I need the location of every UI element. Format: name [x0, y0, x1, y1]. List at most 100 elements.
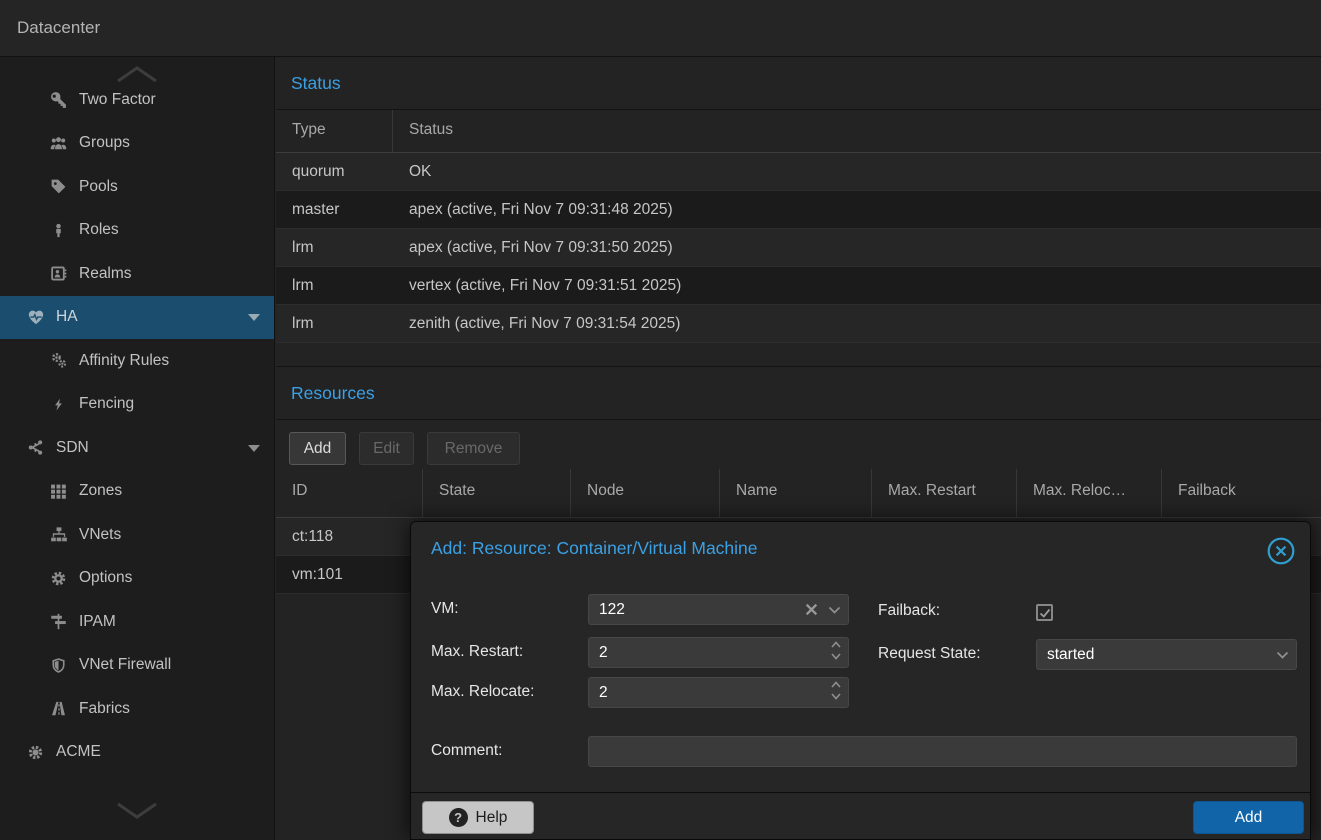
sidebar-item-ipam[interactable]: IPAM: [0, 600, 274, 644]
column-header-max-restart[interactable]: Max. Restart: [872, 469, 1017, 517]
table-row[interactable]: lrm apex (active, Fri Nov 7 09:31:50 202…: [276, 229, 1321, 267]
question-icon: ?: [449, 808, 468, 827]
comment-input[interactable]: [589, 737, 1296, 766]
sidebar-item-label: Realms: [79, 265, 132, 283]
remove-button[interactable]: Remove: [427, 432, 520, 465]
chevron-down-icon[interactable]: [248, 445, 260, 452]
max-restart-input[interactable]: [589, 638, 848, 667]
column-header-state[interactable]: State: [423, 469, 571, 517]
sidebar-item-label: Fabrics: [79, 700, 130, 718]
id-card-icon: [49, 265, 68, 282]
request-state-label: Request State:: [878, 645, 981, 663]
column-header-name[interactable]: Name: [720, 469, 872, 517]
edit-button[interactable]: Edit: [359, 432, 414, 465]
max-restart-label: Max. Restart:: [431, 643, 523, 661]
sidebar-item-fabrics[interactable]: Fabrics: [0, 687, 274, 731]
failback-label: Failback:: [878, 602, 940, 620]
gear-icon: [49, 570, 68, 587]
sidebar-item-label: Fencing: [79, 395, 134, 413]
sidebar-item-zones[interactable]: Zones: [0, 470, 274, 514]
column-header-id[interactable]: ID: [276, 469, 423, 517]
bolt-icon: [49, 396, 68, 413]
spinner-icon[interactable]: [830, 640, 842, 661]
top-bar: Datacenter: [0, 0, 1321, 57]
gears-icon: [49, 352, 68, 369]
sidebar-item-pools[interactable]: Pools: [0, 165, 274, 209]
sidebar-item-sdn[interactable]: SDN: [0, 426, 274, 470]
sidebar-item-acme[interactable]: ACME: [0, 731, 274, 775]
status-value-cell: OK: [393, 163, 1321, 181]
column-header-max-relocate[interactable]: Max. Reloc…: [1017, 469, 1162, 517]
column-header-status[interactable]: Status: [393, 110, 1321, 152]
sidebar-item-realms[interactable]: Realms: [0, 252, 274, 296]
status-value-cell: apex (active, Fri Nov 7 09:31:50 2025): [393, 239, 1321, 257]
scroll-down-icon[interactable]: [114, 800, 160, 822]
status-table-header: Type Status: [276, 110, 1321, 153]
sidebar-item-label: Affinity Rules: [79, 352, 169, 370]
sidebar-item-fencing[interactable]: Fencing: [0, 383, 274, 427]
sidebar-item-vnets[interactable]: VNets: [0, 513, 274, 557]
sidebar-item-roles[interactable]: Roles: [0, 209, 274, 253]
sidebar-nav: Two Factor Groups Pools Roles Realms: [0, 78, 274, 786]
sidebar-item-options[interactable]: Options: [0, 557, 274, 601]
comment-label: Comment:: [431, 742, 503, 760]
resource-id-cell: vm:101: [276, 566, 423, 584]
sidebar-item-label: IPAM: [79, 613, 116, 631]
max-relocate-input[interactable]: [589, 678, 848, 707]
max-relocate-label: Max. Relocate:: [431, 683, 534, 701]
table-row[interactable]: master apex (active, Fri Nov 7 09:31:48 …: [276, 191, 1321, 229]
help-button-label: Help: [476, 809, 508, 827]
resource-id-cell: ct:118: [276, 528, 423, 546]
person-icon: [49, 222, 68, 239]
table-row[interactable]: lrm vertex (active, Fri Nov 7 09:31:51 2…: [276, 267, 1321, 305]
status-type-cell: master: [276, 201, 393, 219]
column-header-type[interactable]: Type: [276, 110, 393, 152]
request-state-select[interactable]: started: [1036, 639, 1297, 670]
dialog-add-button[interactable]: Add: [1193, 801, 1304, 834]
status-panel: Status Type Status quorum OK master apex…: [276, 57, 1321, 343]
status-type-cell: quorum: [276, 163, 393, 181]
sidebar-item-ha[interactable]: HA: [0, 296, 274, 340]
dialog-footer-divider: [411, 792, 1310, 793]
status-panel-title: Status: [276, 57, 1321, 110]
resources-table-header: ID State Node Name Max. Restart Max. Rel…: [276, 469, 1321, 518]
burst-icon: [26, 744, 45, 761]
users-icon: [49, 135, 68, 152]
sidebar-item-label: Options: [79, 569, 132, 587]
sidebar-item-two-factor[interactable]: Two Factor: [0, 78, 274, 122]
chevron-down-icon[interactable]: [248, 314, 260, 321]
status-type-cell: lrm: [276, 239, 393, 257]
column-header-node[interactable]: Node: [571, 469, 720, 517]
help-button[interactable]: ? Help: [422, 801, 534, 834]
signpost-icon: [49, 613, 68, 630]
sidebar-item-label: Zones: [79, 482, 122, 500]
road-icon: [49, 700, 68, 717]
add-button[interactable]: Add: [289, 432, 346, 465]
sidebar-item-affinity-rules[interactable]: Affinity Rules: [0, 339, 274, 383]
sidebar-item-firewall[interactable]: Firewall: [0, 774, 274, 786]
vm-combobox[interactable]: [588, 594, 849, 625]
chevron-down-icon[interactable]: [1275, 649, 1290, 661]
resources-panel-title: Resources: [276, 367, 1321, 420]
table-row[interactable]: lrm zenith (active, Fri Nov 7 09:31:54 2…: [276, 305, 1321, 343]
column-header-failback[interactable]: Failback: [1162, 469, 1321, 517]
page-title: Datacenter: [17, 18, 100, 38]
clear-icon[interactable]: [804, 602, 819, 617]
chevron-down-icon[interactable]: [827, 604, 842, 616]
close-icon[interactable]: [1266, 536, 1296, 566]
max-restart-field[interactable]: [588, 637, 849, 668]
add-resource-dialog: Add: Resource: Container/Virtual Machine…: [410, 521, 1311, 840]
sidebar-item-groups[interactable]: Groups: [0, 122, 274, 166]
status-value-cell: zenith (active, Fri Nov 7 09:31:54 2025): [393, 315, 1321, 333]
sidebar-item-label: Two Factor: [79, 91, 156, 109]
sidebar-item-vnet-firewall[interactable]: VNet Firewall: [0, 644, 274, 688]
spinner-icon[interactable]: [830, 680, 842, 701]
table-row[interactable]: quorum OK: [276, 153, 1321, 191]
comment-field[interactable]: [588, 736, 1297, 767]
key-icon: [49, 91, 68, 108]
failback-checkbox[interactable]: [1036, 604, 1053, 621]
max-relocate-field[interactable]: [588, 677, 849, 708]
heartbeat-icon: [26, 309, 45, 326]
sidebar-item-label: HA: [56, 308, 78, 326]
request-state-value: started: [1037, 646, 1094, 664]
